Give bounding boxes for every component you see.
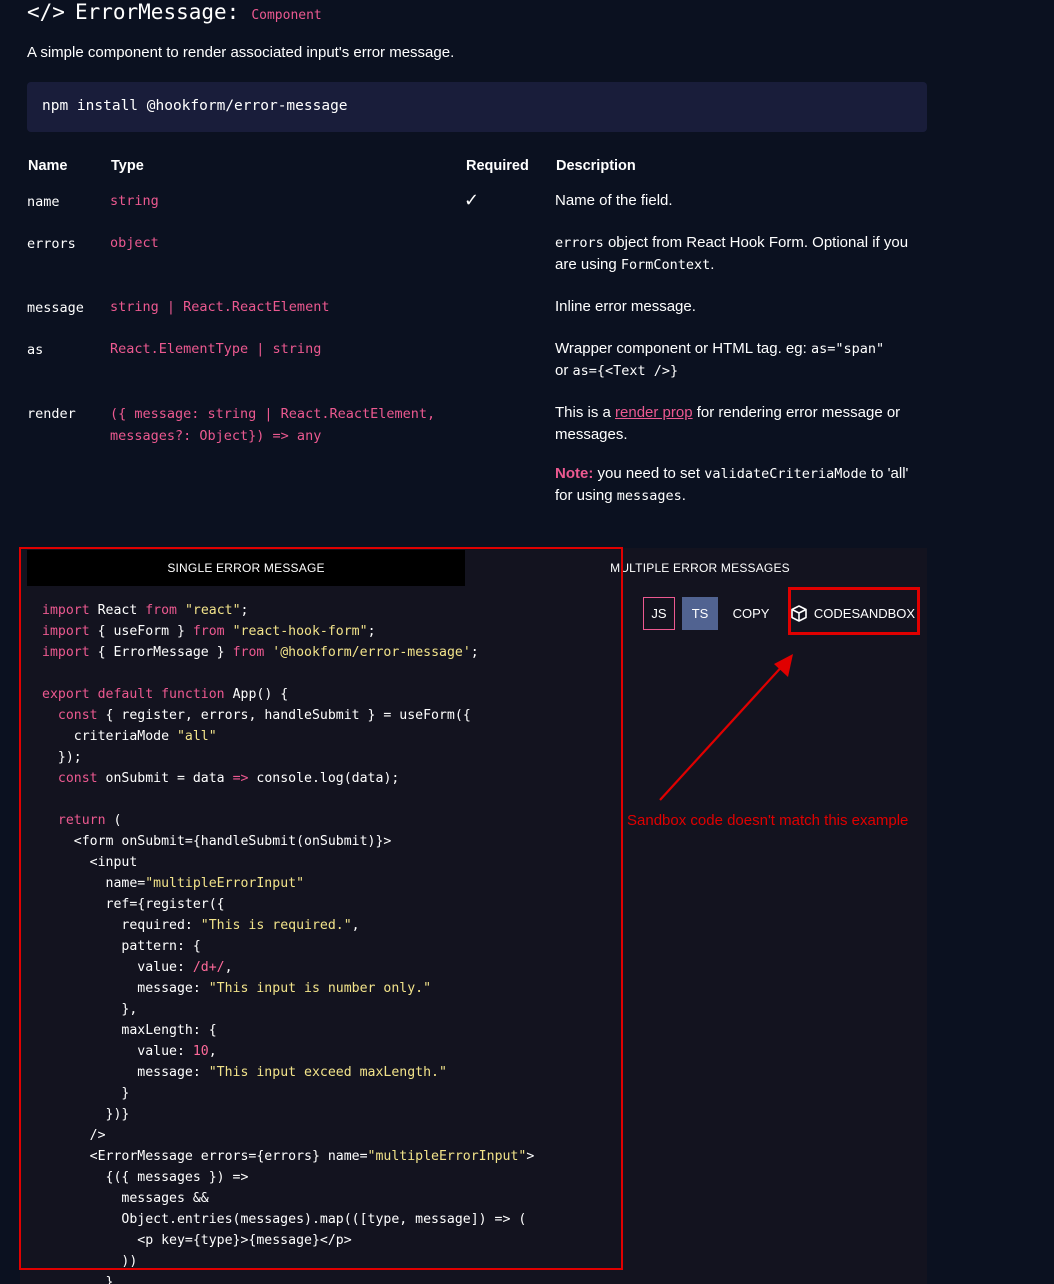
col-header-required: Required: [466, 158, 529, 174]
prop-type: string: [110, 193, 159, 209]
ts-toggle-button[interactable]: TS: [682, 597, 718, 630]
prop-name: name: [27, 194, 60, 210]
prop-type: ({ message: string | React.ReactElement,…: [110, 406, 436, 444]
component-tag: Component: [251, 8, 322, 23]
col-header-type: Type: [111, 158, 144, 174]
prop-description: Wrapper component or HTML tag. eg: as="s…: [555, 340, 885, 379]
col-header-name: Name: [28, 158, 68, 174]
code-icon: </>: [27, 0, 65, 24]
install-command[interactable]: npm install @hookform/error-message: [42, 98, 348, 114]
prop-description: errors object from React Hook Form. Opti…: [555, 234, 909, 273]
js-toggle-button[interactable]: JS: [643, 597, 675, 630]
highlight-codesandbox-box: [788, 587, 920, 635]
page: </> ErrorMessage: Component A simple com…: [0, 0, 1054, 1284]
prop-type: React.ElementType | string: [110, 341, 322, 357]
component-description: A simple component to render associated …: [27, 44, 455, 61]
render-prop-link[interactable]: render prop: [615, 404, 693, 421]
prop-name: as: [27, 342, 44, 358]
required-check-icon: ✓: [464, 190, 480, 210]
prop-name: render: [27, 406, 76, 422]
prop-description: Inline error message.: [555, 298, 696, 315]
render-note: Note: you need to set validateCriteriaMo…: [555, 465, 909, 504]
copy-button[interactable]: COPY: [728, 597, 774, 630]
prop-name: message: [27, 300, 84, 316]
prop-description: Name of the field.: [555, 192, 673, 209]
tab-multiple-error-messages[interactable]: MULTIPLE ERROR MESSAGES: [600, 550, 800, 586]
highlight-code-box: [19, 547, 623, 1270]
prop-description: This is a render prop for rendering erro…: [555, 404, 901, 443]
component-header: </> ErrorMessage: Component: [27, 0, 322, 26]
prop-name: errors: [27, 236, 76, 252]
page-title: ErrorMessage:: [74, 0, 240, 24]
col-header-description: Description: [556, 158, 636, 174]
install-command-box[interactable]: npm install @hookform/error-message: [27, 82, 927, 132]
prop-type: string | React.ReactElement: [110, 299, 330, 315]
prop-type: object: [110, 235, 159, 251]
annotation-text: Sandbox code doesn't match this example: [627, 812, 909, 829]
